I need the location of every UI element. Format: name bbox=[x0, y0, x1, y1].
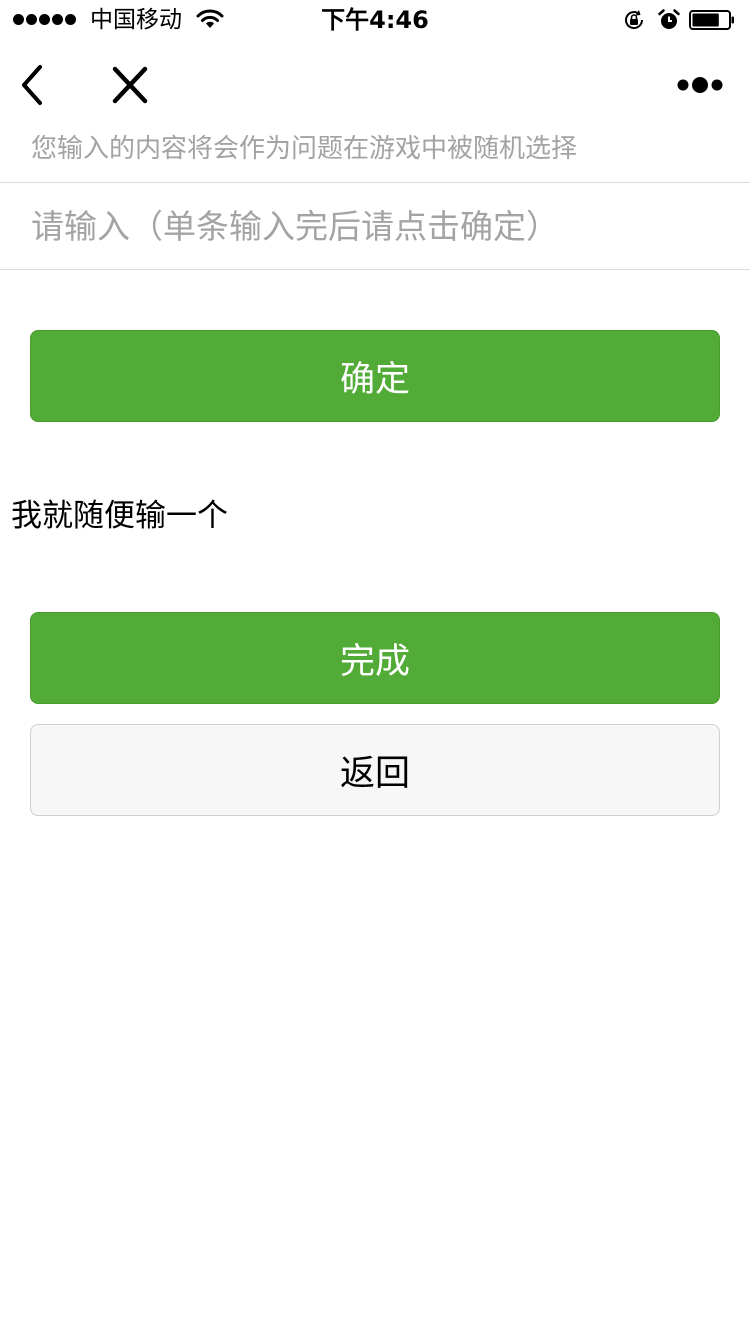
divider-top bbox=[0, 182, 750, 183]
hint-text: 您输入的内容将会作为问题在游戏中被随机选择 bbox=[31, 134, 578, 164]
status-bar: 中国移动 下午4:46 bbox=[0, 0, 750, 40]
done-button[interactable]: 完成 bbox=[30, 612, 720, 704]
confirm-button[interactable]: 确定 bbox=[30, 330, 720, 422]
question-input[interactable] bbox=[0, 184, 750, 269]
close-icon[interactable] bbox=[106, 62, 154, 108]
battery-icon bbox=[689, 10, 734, 30]
screen: 中国移动 下午4:46 您输入的内容将会作为问题在游戏中被随机选择 请输入（单条… bbox=[0, 0, 750, 1334]
alarm-icon bbox=[658, 9, 680, 29]
entry-item: 我就随便输一个 bbox=[11, 498, 228, 534]
divider-bottom bbox=[0, 269, 750, 270]
back-arrow-icon[interactable] bbox=[14, 62, 54, 108]
more-icon[interactable] bbox=[670, 70, 730, 100]
rotation-lock-icon bbox=[625, 10, 644, 29]
back-button[interactable]: 返回 bbox=[30, 724, 720, 816]
